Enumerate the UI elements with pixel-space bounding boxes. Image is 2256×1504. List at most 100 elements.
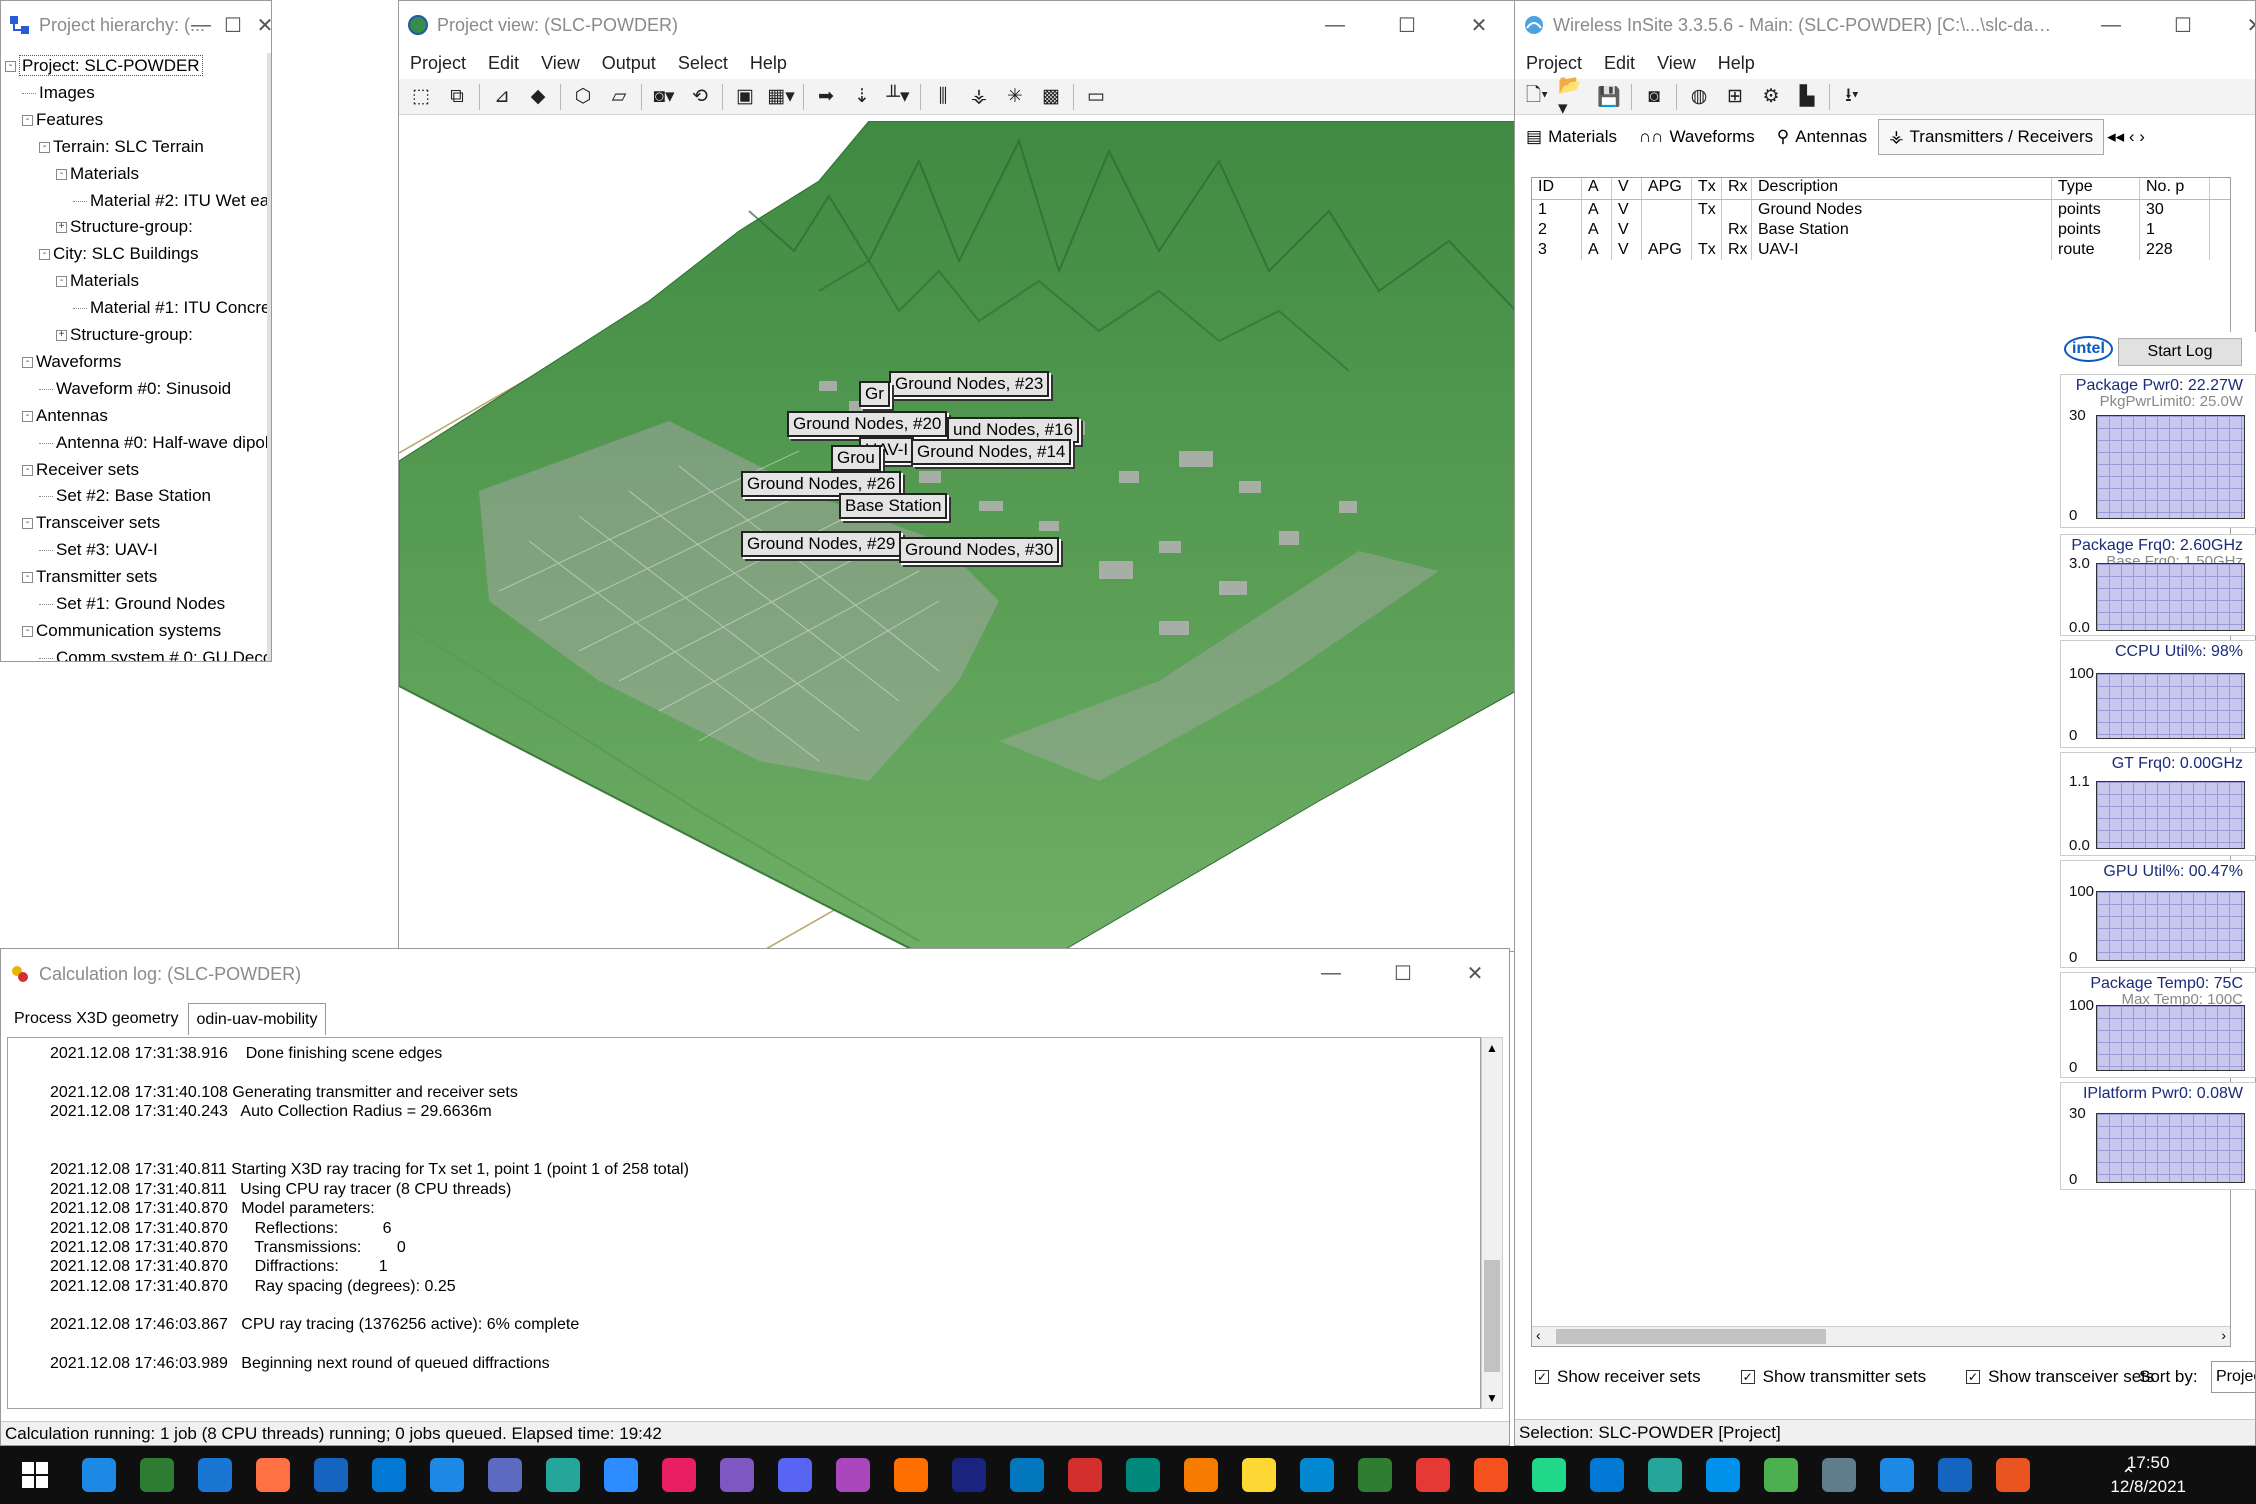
taskbar-app-icon[interactable] xyxy=(940,1446,998,1504)
taskbar-app-icon[interactable] xyxy=(476,1446,534,1504)
column-header[interactable]: V xyxy=(1612,178,1642,199)
taskbar-app-icon[interactable] xyxy=(1346,1446,1404,1504)
taskbar-app-icon[interactable] xyxy=(302,1446,360,1504)
column-header[interactable]: A xyxy=(1582,178,1612,199)
wire-cube-icon[interactable]: ⬡ xyxy=(568,83,598,111)
receiver-icon[interactable]: ⇣ xyxy=(847,83,877,111)
close-icon[interactable]: ✕ xyxy=(2219,1,2255,49)
taskbar-app-icon[interactable] xyxy=(1230,1446,1288,1504)
tree-item[interactable]: Set #3: UAV-I xyxy=(39,537,158,562)
column-header[interactable]: Type xyxy=(2052,178,2140,199)
collapse-icon[interactable]: - xyxy=(39,141,50,153)
rotate-icon[interactable]: ⟲ xyxy=(685,83,715,111)
map-marker-label[interactable]: Grou xyxy=(831,445,881,471)
minimize-icon[interactable]: — xyxy=(1295,949,1367,997)
collapse-icon[interactable]: - xyxy=(5,61,16,73)
taskbar-app-icon[interactable] xyxy=(1984,1446,2042,1504)
taskbar-app-icon[interactable] xyxy=(360,1446,418,1504)
tree-item[interactable]: - Features xyxy=(22,107,103,132)
maximize-icon[interactable]: ☐ xyxy=(2147,1,2219,49)
collapse-icon[interactable]: - xyxy=(39,249,50,261)
close-icon[interactable]: ✕ xyxy=(1439,949,1509,997)
tab-materials[interactable]: ▤ Materials xyxy=(1515,119,1628,155)
scroll-thumb[interactable] xyxy=(1484,1260,1500,1372)
tree-item[interactable]: + Structure-group: xyxy=(56,214,193,239)
export-icon[interactable]: ⭳▾ xyxy=(1837,83,1867,111)
menu-edit[interactable]: Edit xyxy=(1593,53,1646,74)
tree-item[interactable]: Antenna #0: Half-wave dipole xyxy=(39,430,271,455)
column-header[interactable]: Rx xyxy=(1722,178,1752,199)
scroll-left-icon[interactable]: ‹ xyxy=(1536,1327,1541,1343)
tab-odin-uav-mobility[interactable]: odin-uav-mobility xyxy=(187,1003,327,1035)
show-transceiver-sets-checkbox[interactable]: ✓ Show transceiver sets xyxy=(1966,1367,2154,1387)
tree-item[interactable]: Images xyxy=(22,80,95,105)
taskbar-app-icon[interactable] xyxy=(128,1446,186,1504)
tree-item[interactable]: - Communication systems xyxy=(22,618,221,643)
view-plane-icon[interactable]: ⊿ xyxy=(487,83,517,111)
menu-select[interactable]: Select xyxy=(667,53,739,74)
menu-view[interactable]: View xyxy=(1646,53,1707,74)
expand-icon[interactable]: + xyxy=(56,330,67,342)
column-header[interactable]: Tx xyxy=(1692,178,1722,199)
hierarchy-icon[interactable]: ⊞ xyxy=(1720,83,1750,111)
tree-item[interactable]: Material #2: ITU Wet earth 5 GHz xyxy=(73,188,271,213)
menu-output[interactable]: Output xyxy=(591,53,667,74)
taskbar-app-icon[interactable] xyxy=(708,1446,766,1504)
show-receiver-sets-checkbox[interactable]: ✓ Show receiver sets xyxy=(1535,1367,1701,1387)
map-marker-label[interactable]: Ground Nodes, #14 xyxy=(911,439,1072,465)
taskbar-app-icon[interactable] xyxy=(534,1446,592,1504)
expand-icon[interactable]: + xyxy=(56,222,67,234)
project-view-icon[interactable]: ◙ xyxy=(1639,83,1669,111)
tree-item[interactable]: Comm system # 0: GU Decode Link xyxy=(39,645,271,661)
show-transmitter-sets-checkbox[interactable]: ✓ Show transmitter sets xyxy=(1740,1367,1926,1387)
column-header[interactable]: Description xyxy=(1752,178,2052,199)
3d-viewport[interactable]: Ground Nodes, #23 Gr Ground Nodes, #20 und … xyxy=(399,121,1514,951)
collapse-icon[interactable]: - xyxy=(56,168,67,180)
arrow-right-icon[interactable]: ➡ xyxy=(811,83,841,111)
taskbar-app-icon[interactable] xyxy=(1462,1446,1520,1504)
tree-item[interactable]: + Structure-group: xyxy=(56,322,193,347)
taskbar-app-icon[interactable] xyxy=(70,1446,128,1504)
system-clock[interactable]: 17:50 12/8/2021 xyxy=(2110,1446,2186,1504)
scroll-down-icon[interactable]: ▼ xyxy=(1482,1388,1502,1408)
calc-log-scrollbar[interactable]: ▲ ▼ xyxy=(1481,1037,1503,1409)
tree-item[interactable]: - Materials xyxy=(56,268,139,293)
layers-icon[interactable]: ▣ xyxy=(730,83,760,111)
tab-transmitters-receivers[interactable]: ⚶ Transmitters / Receivers xyxy=(1878,119,2105,155)
menu-help[interactable]: Help xyxy=(1707,53,1766,74)
tree-item[interactable]: - Transmitter sets xyxy=(22,564,157,589)
maximize-icon[interactable]: ☐ xyxy=(1371,1,1443,49)
collapse-icon[interactable]: - xyxy=(56,276,67,288)
minimize-icon[interactable]: — xyxy=(1299,1,1371,49)
tree-item[interactable]: Waveform #0: Sinusoid xyxy=(39,376,231,401)
collapse-icon[interactable]: - xyxy=(22,518,33,530)
calc-log-text[interactable]: 2021.12.08 17:31:38.916 Done finishing s… xyxy=(7,1037,1481,1409)
calc-log-titlebar[interactable]: Calculation log: (SLC-POWDER) xyxy=(1,949,1509,999)
collapse-icon[interactable]: - xyxy=(22,464,33,476)
checker-icon[interactable]: ▩ xyxy=(1036,83,1066,111)
map-marker-label[interactable]: Gr xyxy=(859,381,890,407)
taskbar-app-icon[interactable] xyxy=(1288,1446,1346,1504)
tower-icon[interactable]: ⚶ xyxy=(964,83,994,111)
menu-view[interactable]: View xyxy=(530,53,591,74)
collapse-icon[interactable]: - xyxy=(22,410,33,422)
column-header[interactable]: ID xyxy=(1532,178,1582,199)
taskbar-app-icon[interactable] xyxy=(418,1446,476,1504)
menu-help[interactable]: Help xyxy=(739,53,798,74)
table-row[interactable]: 3 A V APG Tx Rx UAV-I route 228 xyxy=(1532,240,2230,260)
taskbar-app-icon[interactable] xyxy=(1810,1446,1868,1504)
hscroll-thumb[interactable] xyxy=(1556,1329,1826,1344)
cube-front-icon[interactable]: ⬚ xyxy=(406,83,436,111)
taskbar-app-icon[interactable] xyxy=(1172,1446,1230,1504)
collapse-icon[interactable]: - xyxy=(22,114,33,126)
taskbar-app-icon[interactable] xyxy=(186,1446,244,1504)
camera-icon[interactable]: ◙▾ xyxy=(649,83,679,111)
taskbar-app-icon[interactable] xyxy=(592,1446,650,1504)
close-icon[interactable]: ✕ xyxy=(1443,1,1514,49)
strip-icon[interactable]: ▭ xyxy=(1081,83,1111,111)
menu-project[interactable]: Project xyxy=(399,53,477,74)
bars-icon[interactable]: ⫼ xyxy=(928,83,958,111)
taskbar-app-icon[interactable] xyxy=(998,1446,1056,1504)
tree-item[interactable]: - Materials xyxy=(56,161,139,186)
map-marker-label[interactable]: Ground Nodes, #23 xyxy=(889,371,1050,397)
